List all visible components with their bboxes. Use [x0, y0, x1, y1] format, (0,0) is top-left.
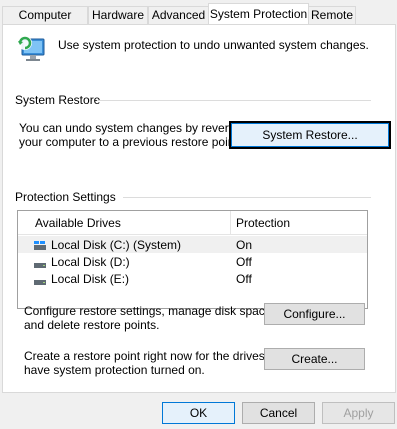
tab-computer-name[interactable]: Computer Name — [2, 6, 88, 39]
create-button[interactable]: Create... — [264, 348, 365, 370]
protection-settings-group-title: Protection Settings — [15, 190, 116, 204]
drive-row-c[interactable]: Local Disk (C:) (System) On — [18, 236, 367, 253]
system-restore-divider — [97, 100, 371, 101]
drives-list-header: Available Drives Protection — [18, 211, 367, 235]
tab-remote[interactable]: Remote — [308, 6, 356, 24]
cancel-button[interactable]: Cancel — [242, 402, 315, 424]
system-drive-icon — [34, 240, 46, 250]
create-description-line1: Create a restore point right now for the… — [24, 349, 289, 363]
create-description-line2: have system protection turned on. — [24, 363, 205, 377]
drive-protection-status: Off — [236, 272, 252, 286]
column-header-available-drives[interactable]: Available Drives — [35, 216, 121, 230]
apply-button[interactable]: Apply — [322, 402, 395, 424]
column-divider[interactable] — [230, 211, 231, 234]
system-protection-icon — [16, 33, 48, 65]
configure-button[interactable]: Configure... — [264, 303, 365, 325]
dialog-footer: OK Cancel Apply — [0, 394, 397, 429]
configure-description-line1: Configure restore settings, manage disk … — [24, 304, 275, 318]
system-restore-button[interactable]: System Restore... — [229, 121, 391, 149]
tab-strip: Computer Name Hardware Advanced System P… — [0, 0, 397, 39]
tab-hardware[interactable]: Hardware — [88, 6, 148, 24]
drives-list[interactable]: Available Drives Protection Local Disk (… — [17, 210, 368, 309]
drive-icon — [34, 275, 46, 285]
configure-description-line2: and delete restore points. — [24, 318, 160, 332]
system-protection-panel: Use system protection to undo unwanted s… — [2, 24, 396, 393]
drive-protection-status: Off — [236, 255, 252, 269]
drive-row-e[interactable]: Local Disk (E:) Off — [18, 270, 367, 287]
drive-protection-status: On — [236, 238, 253, 252]
drive-name: Local Disk (C:) (System) — [51, 238, 182, 252]
drive-row-d[interactable]: Local Disk (D:) Off — [18, 253, 367, 270]
drive-name: Local Disk (D:) — [51, 255, 130, 269]
system-restore-description-line1: You can undo system changes by reverting — [19, 121, 249, 135]
system-restore-description-line2: your computer to a previous restore poin… — [19, 135, 242, 149]
system-restore-group-title: System Restore — [15, 93, 101, 107]
ok-button[interactable]: OK — [162, 402, 235, 424]
intro-text: Use system protection to undo unwanted s… — [58, 38, 369, 52]
system-restore-button-label: System Restore... — [262, 128, 358, 142]
drive-name: Local Disk (E:) — [51, 272, 130, 286]
column-header-protection[interactable]: Protection — [236, 216, 290, 230]
tab-system-protection[interactable]: System Protection — [208, 3, 309, 25]
tab-advanced[interactable]: Advanced — [148, 6, 209, 24]
drive-icon — [34, 258, 46, 268]
protection-settings-divider — [123, 197, 371, 198]
